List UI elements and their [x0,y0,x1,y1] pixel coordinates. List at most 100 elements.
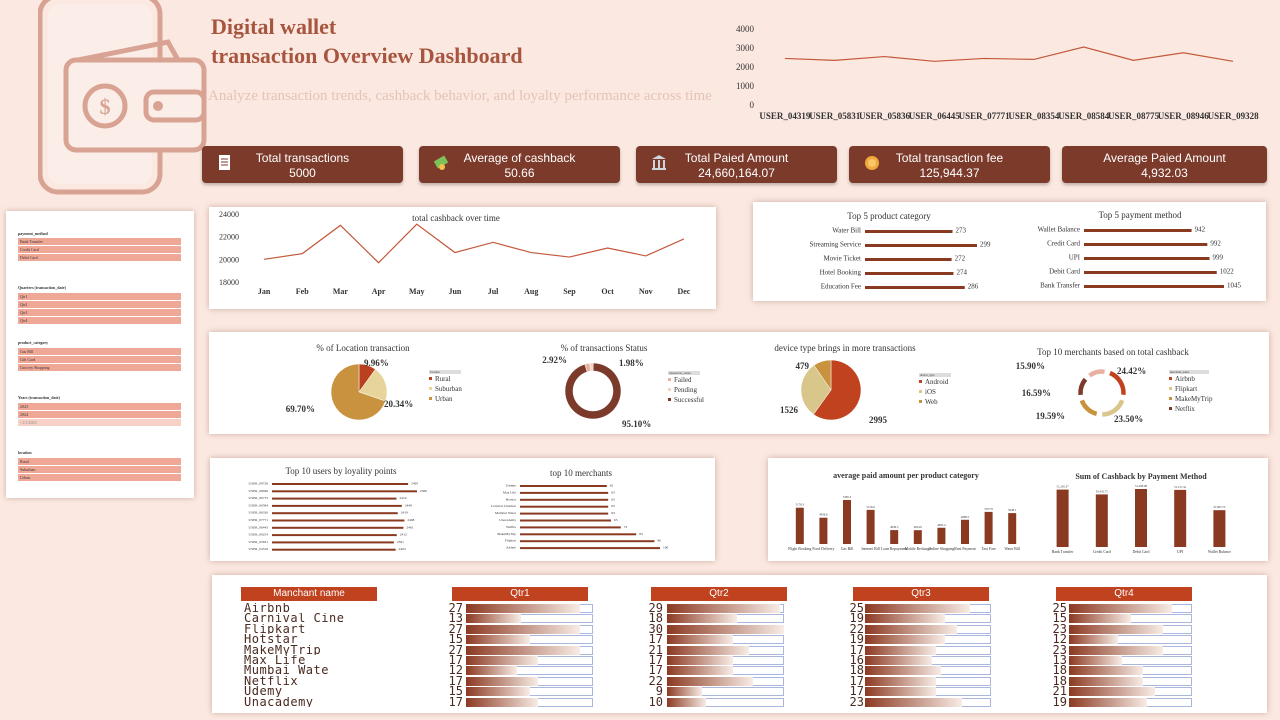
data-label: 2404 [399,547,406,551]
data-label: 47,905.75 [1213,505,1226,510]
data-bar [667,624,784,634]
data-label: 1045 [1227,282,1242,290]
category-label: Flight Booking [788,547,811,551]
legend-swatch [668,378,671,381]
data-bar [865,624,958,634]
slicer-item[interactable]: Qtr2 [18,301,181,308]
slicer-item[interactable]: Debit Card [18,254,181,261]
data-bar [466,676,538,686]
slicer-item[interactable]: Qtr1 [18,293,181,300]
data-label: 16.59% [1022,388,1051,398]
top5-charts[interactable]: Top 5 product category Water Bill 273 Strea… [753,202,1266,301]
column-charts[interactable]: average paid amount per product category… [768,458,1268,561]
bar [520,485,607,487]
bar [984,511,993,544]
slicer-item[interactable]: Gift Card [18,356,181,363]
slicer-item[interactable]: Qtr3 [18,309,181,316]
data-label: 5077.8 [984,507,993,511]
slicer-item[interactable]: Rural [18,458,181,465]
legend-label: Successful [674,396,704,404]
top10-charts[interactable]: Top 10 users by loyality points USER_0972… [210,458,715,561]
slicer-item[interactable]: Qtr4 [18,317,181,324]
kpi-average-paid-amount[interactable]: Average Paied Amount 4,932.03 [1062,146,1267,183]
page-subtitle: Analyze transaction trends, cashback beh… [208,88,712,104]
slicer-item[interactable]: Gas Bill [18,348,181,355]
data-bar [667,645,749,655]
data-label: 4634.6 [914,525,923,529]
category-label: USER_09254 [249,533,269,537]
chart-title: Top 10 merchants based on total cashback [1037,347,1189,357]
slicer-item[interactable]: Credit Card [18,246,181,253]
data-label: 2.92% [542,355,567,365]
kpi-total-transactions[interactable]: Total transactions 5000 [202,146,403,183]
pie-charts[interactable]: % of Location transaction 9.96% 20.34% 69.7… [209,332,1269,434]
data-label: 2560 [420,489,427,493]
category-label: Mumbai Water [495,511,517,515]
y-tick-label: 22000 [219,233,239,242]
kpi-total-paid-amount[interactable]: Total Paied Amount 24,660,164.07 [636,146,837,183]
cashback-over-time-chart[interactable]: total cashback over time 24000 22000 20000 1… [209,207,716,309]
data-label: 2995 [869,415,888,425]
category-label: Debit Card [1049,268,1080,276]
kpi-total-transaction-fee[interactable]: Total transaction fee 125,944.37 [849,146,1050,183]
merchant-name: Airbnb [244,603,291,614]
merchant-name-header[interactable]: Manchant name [241,587,377,601]
data-label: 992 [1210,240,1221,248]
legend-swatch [429,387,432,390]
x-tick-label: Jun [448,287,461,296]
bar [865,244,977,247]
data-label: 51,299.98 [1135,484,1148,489]
chart-title: total cashback over time [412,213,500,223]
y-tick-label: 24000 [219,210,239,219]
x-tick-label: Jul [488,287,499,296]
slicer-item[interactable]: <1/1/2023 [18,419,181,426]
category-label: USER_04319 [249,547,269,551]
kpi-average-cashback[interactable]: Average of cashback 50.66 [419,146,620,183]
qtr2-header[interactable]: Qtr2 [651,587,787,601]
bar [520,491,609,494]
series-line [263,223,685,264]
data-bar [667,614,738,624]
category-label: Water Bill [1004,547,1020,551]
category-label: Carnival Cinemas [491,504,517,508]
bar [890,530,899,544]
kpi-label: Total Paied Amount [684,151,789,165]
data-bar [1069,645,1164,655]
chart-title: average paid amount per product category [833,471,979,480]
kpi-value: 4,932.03 [1141,166,1188,180]
category-label: USER_06584 [249,503,269,507]
data-label: 100 [663,546,669,550]
legend-label: Suburban [435,385,462,393]
data-label: 19.59% [1036,411,1065,421]
slicer-item[interactable]: Urban [18,474,181,481]
legend-swatch [668,398,671,401]
user-line-chart[interactable]: 40003000200010000USER_04319USER_05831USE… [720,18,1265,128]
slicer-item[interactable]: 2023 [18,403,181,410]
slicer-item[interactable]: Suburban [18,466,181,473]
slicer-item[interactable]: 2024 [18,411,181,418]
data-bar [865,656,933,665]
category-label: Taxi Fare [981,547,996,551]
data-bar [865,614,945,624]
y-tick-label: 1000 [736,81,755,91]
slicer-item[interactable]: Grocery Shopping [18,364,181,371]
slicer-title-quarters: Quarters (transaction_date) [18,285,66,290]
legend-title: location [430,370,440,374]
data-label: 5365.3 [843,495,852,499]
data-bar [1069,614,1131,624]
y-tick-label: 4000 [736,24,755,34]
chart-title: Top 10 users by loyality points [285,466,397,476]
qtr4-header[interactable]: Qtr4 [1056,587,1192,601]
legend-swatch [919,390,922,393]
data-bar [667,666,734,676]
merchant-name: Hotstar [244,634,299,645]
slicer-item[interactable]: Bank Transfer [18,238,181,245]
qtr3-header[interactable]: Qtr3 [853,587,989,601]
bar [1135,489,1147,547]
data-bar [865,604,970,613]
bar [1056,489,1069,547]
category-label: Netflix [506,525,516,529]
data-label: 20.34% [384,399,413,409]
qtr1-header[interactable]: Qtr1 [452,587,588,601]
legend-label: Rural [435,375,451,383]
